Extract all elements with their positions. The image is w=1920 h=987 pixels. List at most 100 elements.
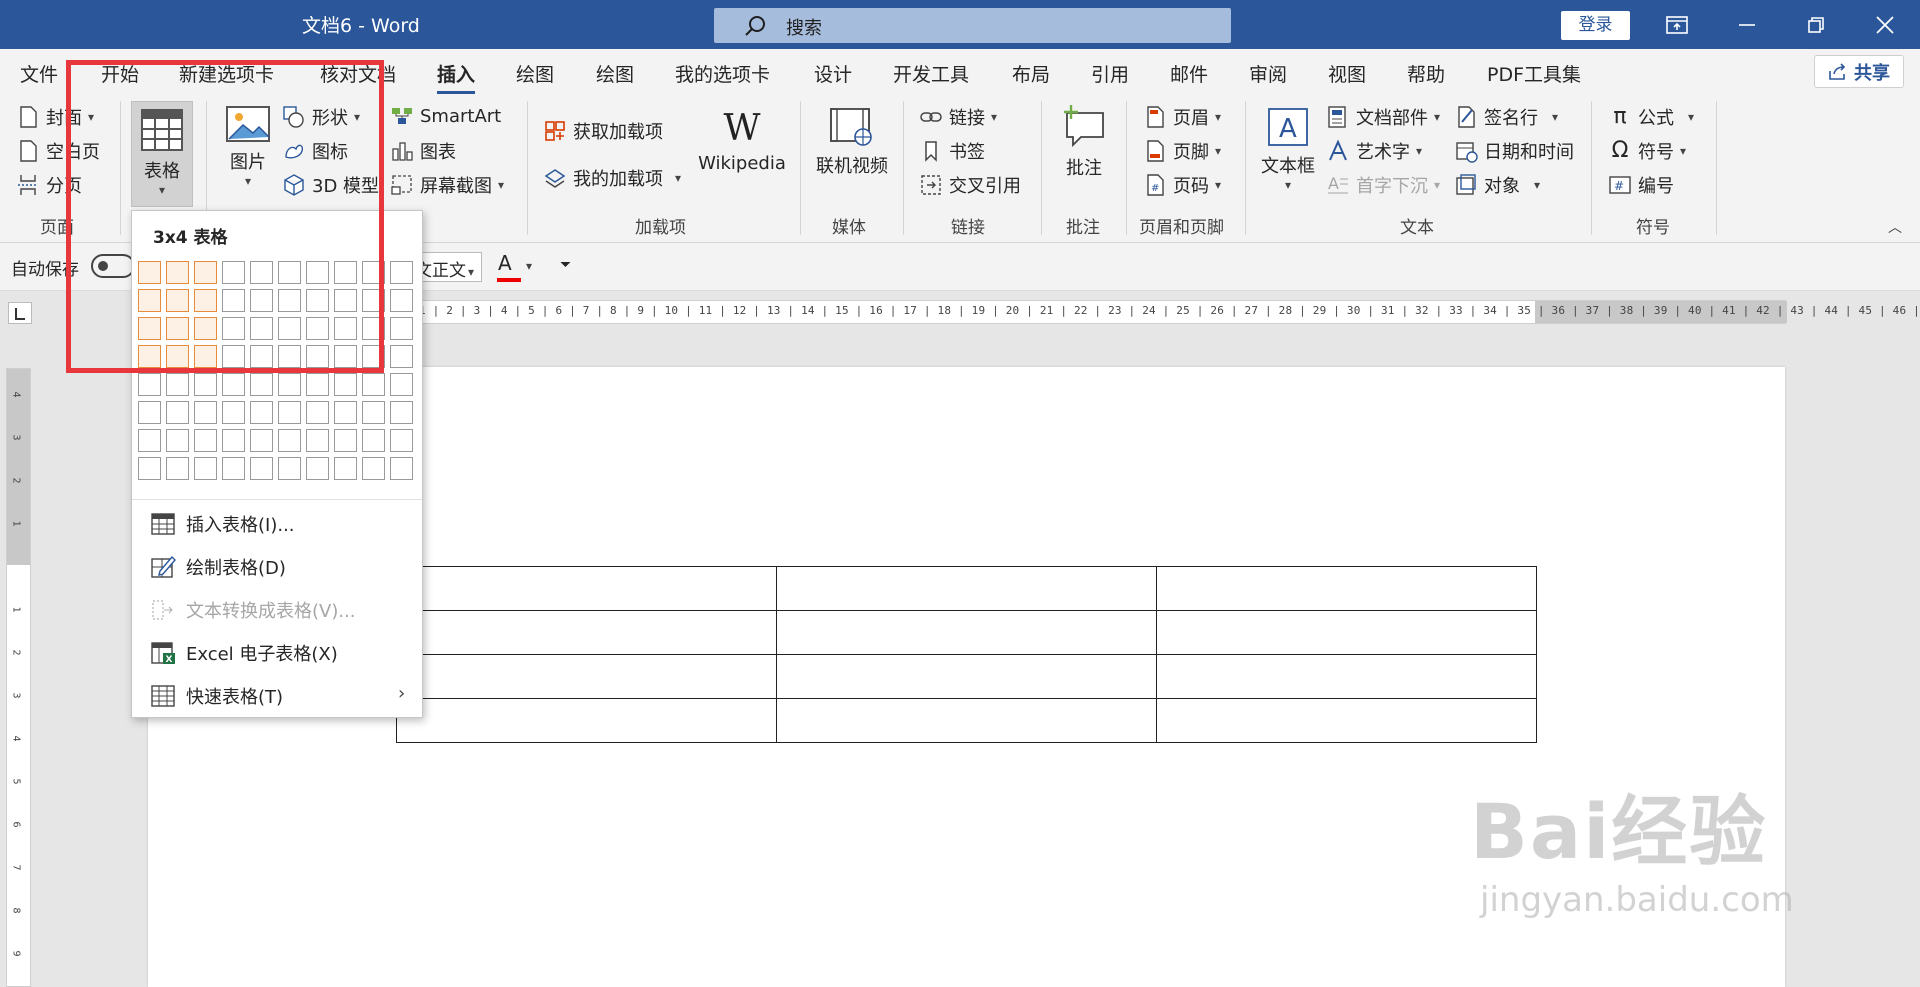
grid-cell[interactable]	[334, 373, 357, 396]
vertical-ruler[interactable]: 4 3 2 1 1 2 3 4 5 6 7 8 9	[6, 368, 31, 987]
excel-spreadsheet-item[interactable]: X Excel 电子表格(X)	[150, 640, 338, 666]
horizontal-ruler[interactable]: 1 | 2 | 3 | 4 | 5 | 6 | 7 | 8 | 9 | 10 |…	[408, 300, 1920, 324]
grid-cell[interactable]	[222, 457, 245, 480]
grid-cell[interactable]	[278, 457, 301, 480]
customize-qat-icon[interactable]: ⏷	[560, 257, 571, 273]
tab-review[interactable]: 审阅	[1249, 60, 1287, 87]
search-box[interactable]: 搜索	[714, 8, 1231, 43]
insert-table-item[interactable]: 插入表格(I)...	[150, 511, 295, 537]
symbol-button[interactable]: Ω 符号 ▾	[1608, 138, 1686, 164]
login-button[interactable]: 登录	[1561, 11, 1630, 40]
grid-cell[interactable]	[166, 401, 189, 424]
grid-cell[interactable]	[194, 373, 217, 396]
grid-cell[interactable]	[306, 373, 329, 396]
grid-cell[interactable]	[138, 457, 161, 480]
grid-cell[interactable]	[334, 401, 357, 424]
chart-button[interactable]: 图表	[390, 138, 456, 164]
grid-cell[interactable]	[194, 457, 217, 480]
grid-cell[interactable]	[250, 429, 273, 452]
grid-cell[interactable]	[166, 457, 189, 480]
grid-cell[interactable]	[250, 401, 273, 424]
equation-button[interactable]: π 公式 ▾	[1608, 104, 1694, 130]
tab-developer[interactable]: 开发工具	[893, 60, 969, 87]
minimize-button[interactable]	[1717, 0, 1777, 49]
grid-cell[interactable]	[390, 345, 413, 368]
table-cell[interactable]	[396, 698, 777, 743]
table-cell[interactable]	[776, 610, 1157, 655]
draw-table-item[interactable]: 绘制表格(D)	[150, 554, 286, 580]
tab-mailings[interactable]: 邮件	[1170, 60, 1208, 87]
document-table[interactable]	[396, 566, 1537, 743]
cross-reference-button[interactable]: 交叉引用	[919, 172, 1021, 198]
grid-cell[interactable]	[390, 457, 413, 480]
table-cell[interactable]	[1156, 698, 1537, 743]
grid-cell[interactable]	[138, 401, 161, 424]
date-time-button[interactable]: 日期和时间	[1454, 138, 1574, 164]
table-cell[interactable]	[1156, 610, 1537, 655]
grid-cell[interactable]	[278, 429, 301, 452]
signature-line-button[interactable]: 签名行 ▾	[1454, 104, 1558, 130]
comment-button[interactable]: 批注	[1056, 103, 1112, 180]
page-number-button[interactable]: # 页码 ▾	[1143, 172, 1221, 198]
textbox-button[interactable]: A 文本框 ▾	[1258, 107, 1318, 192]
ribbon-display-options-button[interactable]	[1647, 0, 1707, 49]
tab-view[interactable]: 视图	[1328, 60, 1366, 87]
grid-cell[interactable]	[138, 373, 161, 396]
grid-cell[interactable]	[334, 457, 357, 480]
grid-cell[interactable]	[390, 261, 413, 284]
tab-pdf-tools[interactable]: PDF工具集	[1487, 60, 1581, 87]
number-button[interactable]: # 编号	[1608, 172, 1674, 198]
close-button[interactable]	[1855, 0, 1915, 49]
font-color-button[interactable]: A ▾	[497, 251, 532, 282]
grid-cell[interactable]	[222, 373, 245, 396]
grid-cell[interactable]	[334, 429, 357, 452]
share-button[interactable]: 共享	[1814, 55, 1904, 88]
tab-insert[interactable]: 插入	[437, 60, 476, 94]
grid-cell[interactable]	[306, 429, 329, 452]
screenshot-button[interactable]: 屏幕截图 ▾	[390, 172, 504, 198]
wordart-button[interactable]: 艺术字 ▾	[1326, 138, 1422, 164]
online-video-button[interactable]: 联机视频	[813, 107, 891, 178]
tab-references[interactable]: 引用	[1091, 60, 1129, 87]
my-addins-button[interactable]: 我的加载项 ▾	[543, 165, 681, 191]
table-cell[interactable]	[396, 654, 777, 699]
grid-cell[interactable]	[250, 373, 273, 396]
grid-cell[interactable]	[166, 373, 189, 396]
grid-cell[interactable]	[306, 457, 329, 480]
grid-cell[interactable]	[390, 317, 413, 340]
link-button[interactable]: 链接 ▾	[919, 104, 997, 130]
grid-cell[interactable]	[390, 401, 413, 424]
grid-cell[interactable]	[250, 457, 273, 480]
quick-tables-item[interactable]: 快速表格(T)	[150, 683, 283, 709]
grid-cell[interactable]	[390, 429, 413, 452]
bookmark-button[interactable]: 书签	[919, 138, 985, 164]
grid-cell[interactable]	[278, 373, 301, 396]
grid-cell[interactable]	[166, 429, 189, 452]
grid-cell[interactable]	[390, 289, 413, 312]
tab-my-tab[interactable]: 我的选项卡	[675, 60, 770, 87]
grid-cell[interactable]	[362, 373, 385, 396]
tab-draw-2[interactable]: 绘图	[596, 60, 634, 87]
table-cell[interactable]	[776, 698, 1157, 743]
restore-button[interactable]	[1786, 0, 1846, 49]
tab-layout[interactable]: 布局	[1012, 60, 1050, 87]
drop-cap-button[interactable]: A 首字下沉 ▾	[1326, 172, 1440, 198]
object-button[interactable]: 对象 ▾	[1454, 172, 1540, 198]
tab-draw[interactable]: 绘图	[516, 60, 554, 87]
tab-selector[interactable]	[8, 302, 32, 324]
grid-cell[interactable]	[362, 457, 385, 480]
grid-cell[interactable]	[362, 401, 385, 424]
grid-cell[interactable]	[278, 401, 301, 424]
table-cell[interactable]	[396, 566, 777, 611]
table-cell[interactable]	[776, 654, 1157, 699]
grid-cell[interactable]	[222, 429, 245, 452]
grid-cell[interactable]	[222, 401, 245, 424]
collapse-ribbon-icon[interactable]: ︿	[1888, 217, 1902, 237]
table-cell[interactable]	[396, 610, 777, 655]
grid-cell[interactable]	[194, 429, 217, 452]
table-cell[interactable]	[1156, 654, 1537, 699]
quick-parts-button[interactable]: 文档部件 ▾	[1326, 104, 1440, 130]
table-cell[interactable]	[1156, 566, 1537, 611]
table-cell[interactable]	[776, 566, 1157, 611]
tab-file[interactable]: 文件	[20, 60, 58, 87]
